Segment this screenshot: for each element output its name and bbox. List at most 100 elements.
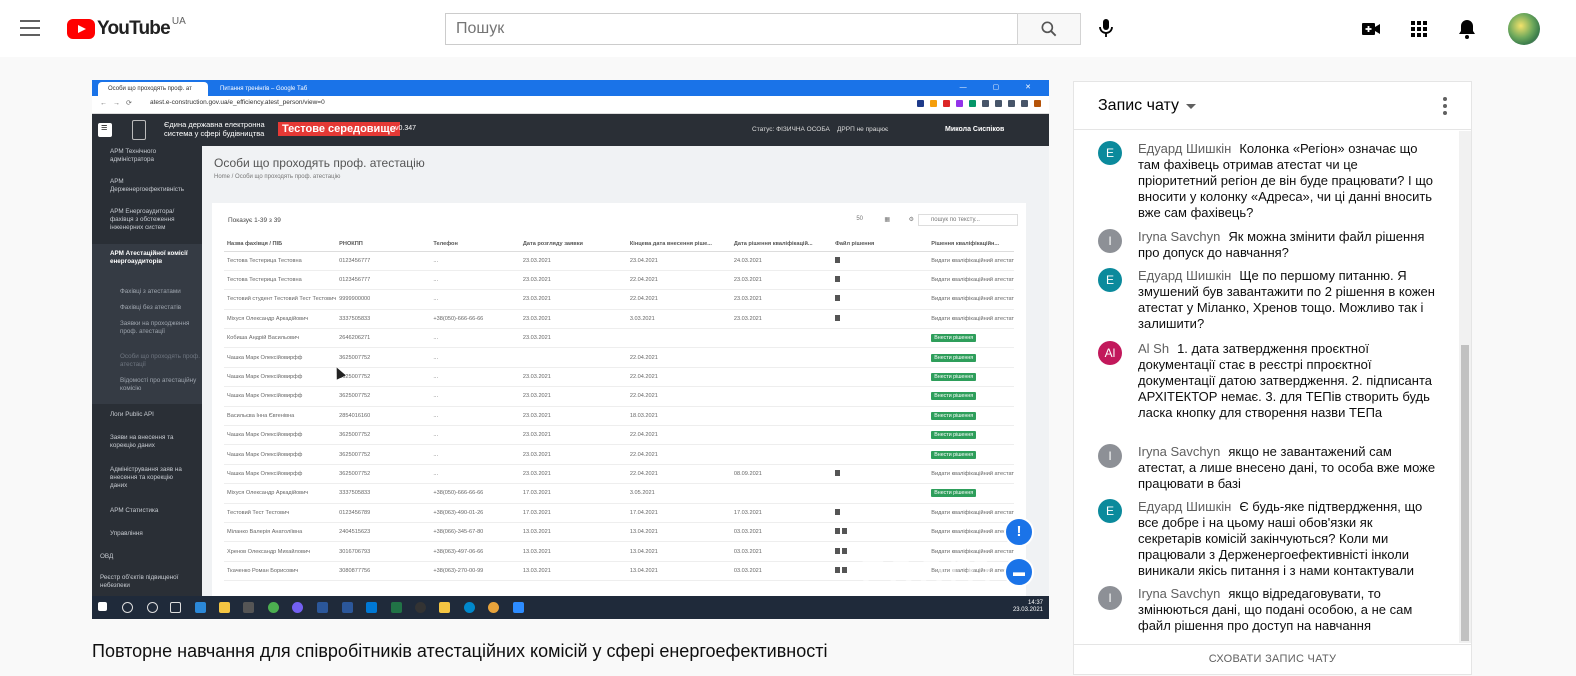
video-player[interactable]: Особи що проходять проф. ат Питання трен… (92, 80, 1049, 619)
author-avatar[interactable]: E (1098, 141, 1122, 165)
document-icon (835, 314, 841, 321)
more-options-icon[interactable] (1443, 97, 1447, 115)
author-avatar[interactable]: I (1098, 444, 1122, 468)
author-avatar[interactable]: I (1098, 229, 1122, 253)
table-cell: 23.03.2021 (519, 444, 627, 465)
table-cell (730, 425, 833, 446)
browser-address-bar: ←→⟳ atest.e-construction.gov.ua/e_effici… (92, 96, 1049, 114)
apps-button[interactable] (1407, 17, 1431, 41)
search-input[interactable] (446, 14, 1018, 44)
table-cell: 22.04.2021 (626, 289, 731, 310)
table-cell: ... (430, 328, 520, 349)
table-cell: Тестовий Тест Тестович (224, 503, 337, 523)
hide-chat-button[interactable]: СХОВАТИ ЗАПИС ЧАТУ (1074, 644, 1471, 676)
table-cell: Видати кваліфікаційний атестат (928, 270, 1014, 291)
table-cell (832, 522, 929, 543)
trident-logo (132, 120, 146, 140)
author-name[interactable]: Едуард Шишкін (1138, 268, 1231, 283)
document-icon (835, 295, 841, 302)
column-header: Телефон (430, 237, 520, 252)
chat-mode-dropdown[interactable]: Запис чату (1098, 97, 1179, 115)
table-cell: 17.03.2021 (519, 483, 627, 504)
table-cell: 22.04.2021 (626, 270, 731, 291)
table-cell: Міхуся Олександр Аркадійович (224, 309, 337, 330)
table-cell (626, 328, 731, 349)
table-row: Чашка Марк Олексійовирфф 3625007752... 23.… (224, 386, 1014, 407)
document-icon (835, 547, 841, 554)
author-name[interactable]: Iryna Savchyn (1138, 444, 1220, 459)
youtube-play-icon (67, 19, 95, 39)
clock-time: 14:37 (1027, 600, 1043, 606)
table-cell: Видати кваліфікаційний атестат (928, 522, 1014, 543)
browser-tab-strip: Особи що проходять проф. ат Питання трен… (92, 80, 1049, 96)
table-row: Тестовий Тест Тестович 0123456789 +38(063)… (224, 503, 1014, 523)
breadcrumb-current: Особи що проходять проф. атестацію (235, 174, 341, 180)
search-button[interactable] (1017, 13, 1081, 45)
table-cell: 23.03.2021 (730, 289, 833, 310)
table-cell: Васильєва Інна Євгенівна (224, 406, 337, 427)
table-cell: 9999900000 (336, 289, 431, 310)
document-icon (842, 528, 848, 535)
author-avatar[interactable]: Al (1098, 341, 1122, 365)
make-decision-button: Внести рішення (931, 431, 977, 440)
document-icon (842, 547, 848, 554)
voice-search-button[interactable] (1094, 16, 1118, 40)
table-cell: 17.03.2021 (730, 503, 833, 523)
table-cell: 03.03.2021 (730, 541, 833, 562)
search-box (445, 13, 1018, 45)
table-cell: 23.03.2021 (519, 289, 627, 310)
word-icon (317, 602, 328, 613)
column-header: Дата розгляду заявки (519, 237, 627, 252)
menu-icon[interactable] (20, 20, 40, 36)
sidebar-item: Управління (110, 530, 143, 537)
table-cell (832, 347, 929, 368)
app-version: v0.347 (395, 125, 417, 132)
table-cell: 23.03.2021 (519, 270, 627, 291)
author-name[interactable]: Iryna Savchyn (1138, 229, 1220, 244)
hide-chat-label: СХОВАТИ ЗАПИС ЧАТУ (1208, 653, 1337, 665)
chat-bubble-icon[interactable]: ▬ (1004, 557, 1034, 587)
message-body: Al Sh 1. дата затвердження проєктної доку… (1138, 341, 1438, 421)
sidebar-item: АРМ Атестаційної комісії енергоаудиторів (110, 250, 188, 265)
author-name[interactable]: Al Sh (1138, 341, 1169, 356)
youtube-logo[interactable]: YouTube UA (67, 16, 186, 40)
app-header: Єдина державна електронна система у сфер… (92, 114, 1049, 146)
zoom-icon (513, 602, 524, 613)
table-card: Показує 1-39 з 39 50 ▦ ⚙ пошук по тексту… (212, 203, 1026, 598)
author-avatar[interactable]: E (1098, 499, 1122, 523)
message-body: Iryna Savchyn Як можна змінити файл рішен… (1138, 229, 1438, 261)
table-cell: 2404515623 (336, 522, 431, 543)
viber-icon (292, 602, 303, 613)
search-icon (1041, 21, 1057, 37)
sidebar-item: АРМ Статистика (110, 507, 159, 514)
make-decision-button: Внести рішення (931, 353, 977, 362)
author-name[interactable]: Едуард Шишкін (1138, 499, 1231, 514)
alert-triangle-icon[interactable]: ! (1004, 517, 1034, 547)
caret-down-icon[interactable] (1186, 104, 1196, 109)
table-cell: +38(063)-497-06-66 (430, 541, 520, 562)
author-name[interactable]: Iryna Savchyn (1138, 586, 1220, 601)
table-cell: Тестова Тестерица Тестовна (224, 251, 337, 271)
table-row: Міхуся Олександр Аркадійович 3337505833 +3… (224, 309, 1014, 330)
author-avatar[interactable]: I (1098, 586, 1122, 610)
table-cell (832, 483, 929, 504)
chat-scrollbar[interactable] (1459, 131, 1471, 643)
notifications-button[interactable] (1455, 17, 1479, 41)
message-body: Iryna Savchyn якщо відредаговувати, то зм… (1138, 586, 1438, 634)
chat-message: I Iryna Savchyn якщо відредаговувати, то з… (1098, 586, 1438, 634)
column-header: РНОКПП (336, 237, 431, 252)
table-cell (832, 309, 929, 330)
author-name[interactable]: Едуард Шишкін (1138, 141, 1231, 156)
sidebar-subitem: Відомості про атестаційну комісію (120, 377, 197, 392)
table-cell: Міланко Валерія Анатоліївна (224, 522, 337, 543)
create-video-button[interactable] (1359, 17, 1383, 41)
table-cell: 3625007752 (336, 425, 431, 446)
author-avatar[interactable]: E (1098, 268, 1122, 292)
table-cell: Видати кваліфікаційний атестат (928, 309, 1014, 330)
chat-scrollbar-thumb[interactable] (1461, 345, 1469, 641)
table-cell (730, 367, 833, 388)
avatar[interactable] (1508, 13, 1540, 45)
table-row: Кобиша Андрій Васильович 2646206271... 23.… (224, 328, 1014, 349)
table-cell: Тестова Тестерица Тестовна (224, 270, 337, 291)
table-cell (730, 483, 833, 504)
